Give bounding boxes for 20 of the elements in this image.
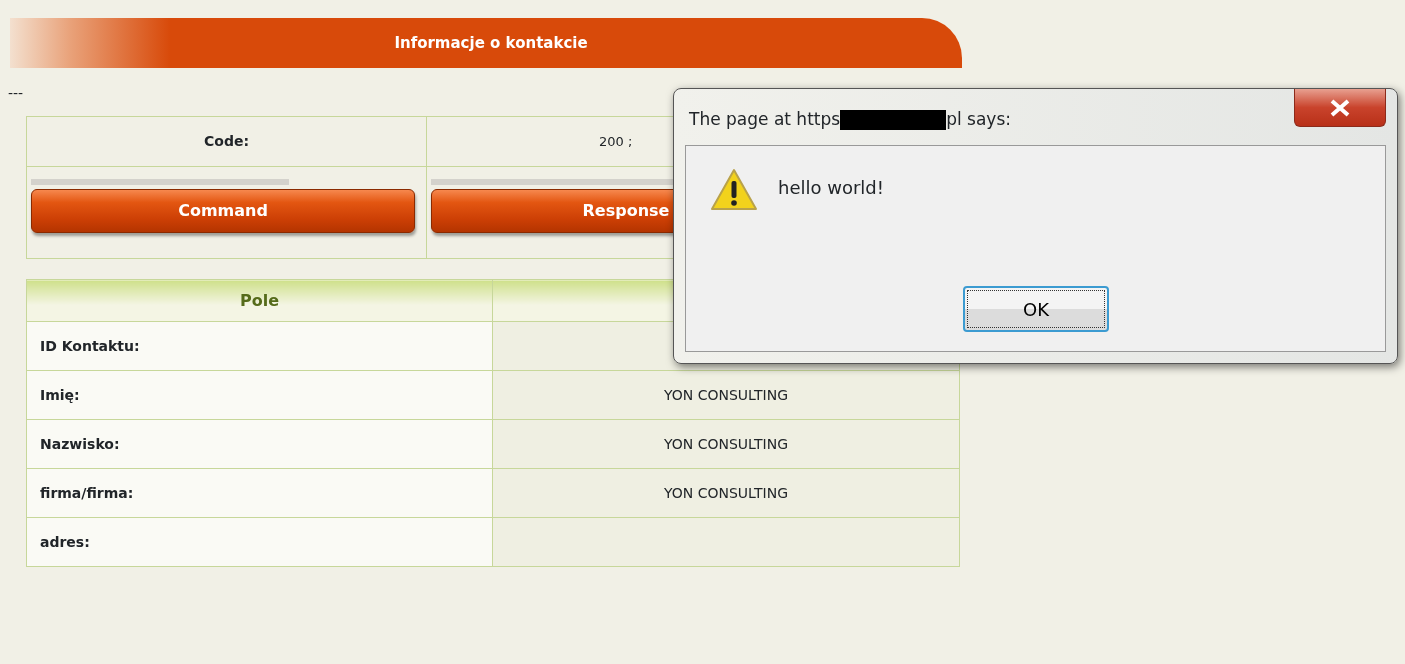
field-label: ID Kontaktu: xyxy=(40,337,140,354)
close-icon xyxy=(1329,98,1351,117)
column-header: Pole xyxy=(239,290,280,310)
status-value: 200 ; xyxy=(599,133,633,149)
field-label: Nazwisko: xyxy=(40,435,120,452)
separator-text: --- xyxy=(8,84,24,102)
ok-button[interactable]: OK xyxy=(963,286,1109,332)
field-value: YON CONSULTING xyxy=(664,484,788,501)
field-label: adres: xyxy=(40,533,90,550)
dialog-title: The page at https xyxy=(689,108,841,131)
field-label: firma/firma: xyxy=(40,484,134,501)
dialog-title: pl says: xyxy=(946,108,1011,131)
field-label: Imię: xyxy=(40,386,80,403)
status-label: Code: xyxy=(204,133,249,149)
close-button[interactable] xyxy=(1294,89,1386,127)
warning-icon xyxy=(710,168,758,212)
page-title: Informacje o kontakcie xyxy=(394,32,588,54)
field-value: YON CONSULTING xyxy=(664,435,788,452)
command-button[interactable]: Command xyxy=(31,189,415,233)
field-value: YON CONSULTING xyxy=(664,386,788,403)
